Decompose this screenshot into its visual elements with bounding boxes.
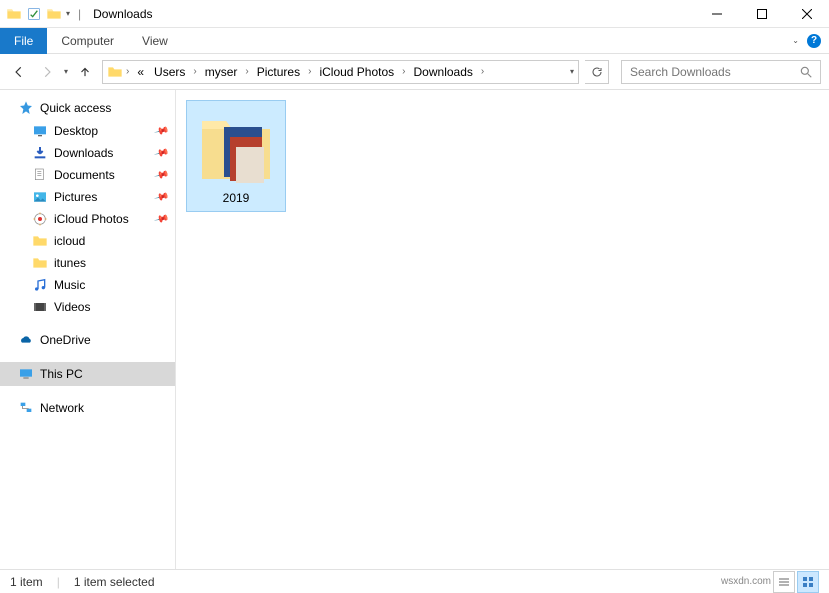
this-pc-icon bbox=[18, 366, 34, 382]
breadcrumb-segment[interactable]: Users bbox=[149, 61, 190, 83]
qat-folder-icon[interactable] bbox=[46, 6, 62, 22]
breadcrumb-segment[interactable]: iCloud Photos bbox=[314, 61, 399, 83]
quick-access-toolbar: ▾ | bbox=[0, 6, 91, 22]
forward-button[interactable] bbox=[36, 61, 58, 83]
sidebar-item-videos[interactable]: Videos bbox=[0, 296, 175, 318]
sidebar-item-label: OneDrive bbox=[40, 333, 91, 347]
sidebar-item-label: Quick access bbox=[40, 101, 111, 115]
up-button[interactable] bbox=[74, 61, 96, 83]
breadcrumb-segment[interactable]: myser bbox=[200, 61, 243, 83]
maximize-button[interactable] bbox=[739, 0, 784, 28]
sidebar-network[interactable]: Network bbox=[0, 396, 175, 420]
view-tab[interactable]: View bbox=[128, 28, 182, 54]
sidebar-item-label: Desktop bbox=[54, 124, 98, 138]
body: Quick access Desktop 📌 Downloads 📌 Docum… bbox=[0, 90, 829, 569]
sidebar-item-label: Pictures bbox=[54, 190, 97, 204]
sidebar-item-documents[interactable]: Documents 📌 bbox=[0, 164, 175, 186]
folder-label: 2019 bbox=[223, 191, 250, 205]
file-tab[interactable]: File bbox=[0, 28, 47, 54]
titlebar-divider: | bbox=[74, 7, 85, 21]
downloads-icon bbox=[32, 145, 48, 161]
address-folder-icon bbox=[107, 64, 123, 80]
sidebar-this-pc[interactable]: This PC bbox=[0, 362, 175, 386]
sidebar-item-label: icloud bbox=[54, 234, 85, 248]
breadcrumb-segment[interactable]: Downloads bbox=[409, 61, 478, 83]
ribbon-expand-icon[interactable]: ⌄ bbox=[792, 36, 799, 45]
pin-icon: 📌 bbox=[153, 123, 169, 139]
cloud-photos-icon bbox=[32, 211, 48, 227]
search-input[interactable] bbox=[628, 64, 798, 80]
sidebar-item-label: Music bbox=[54, 278, 85, 292]
navigation-pane: Quick access Desktop 📌 Downloads 📌 Docum… bbox=[0, 90, 176, 569]
onedrive-icon bbox=[18, 332, 34, 348]
videos-icon bbox=[32, 299, 48, 315]
pin-icon: 📌 bbox=[153, 145, 169, 161]
pin-icon: 📌 bbox=[153, 211, 169, 227]
qat-properties-icon[interactable] bbox=[26, 6, 42, 22]
sidebar-item-label: This PC bbox=[40, 367, 83, 381]
breadcrumb-prefix: « bbox=[132, 61, 149, 83]
status-divider: | bbox=[57, 575, 60, 589]
music-icon bbox=[32, 277, 48, 293]
folder-thumbnail bbox=[196, 107, 276, 187]
navigation-bar: ▾ › « Users › myser › Pictures › iCloud … bbox=[0, 54, 829, 90]
ribbon: File Computer View ⌄ ? bbox=[0, 28, 829, 54]
sidebar-quick-access[interactable]: Quick access bbox=[0, 96, 175, 120]
address-bar[interactable]: › « Users › myser › Pictures › iCloud Ph… bbox=[102, 60, 579, 84]
sidebar-item-music[interactable]: Music bbox=[0, 274, 175, 296]
sidebar-item-label: Documents bbox=[54, 168, 115, 182]
minimize-button[interactable] bbox=[694, 0, 739, 28]
sidebar-item-label: iCloud Photos bbox=[54, 212, 129, 226]
folder-tile-2019[interactable]: 2019 bbox=[186, 100, 286, 212]
help-icon[interactable]: ? bbox=[807, 34, 821, 48]
sidebar-item-itunes[interactable]: itunes bbox=[0, 252, 175, 274]
chevron-right-icon[interactable]: › bbox=[123, 66, 132, 77]
details-view-button[interactable] bbox=[773, 571, 795, 593]
sidebar-onedrive[interactable]: OneDrive bbox=[0, 328, 175, 352]
pictures-icon bbox=[32, 189, 48, 205]
network-icon bbox=[18, 400, 34, 416]
search-box[interactable] bbox=[621, 60, 821, 84]
back-button[interactable] bbox=[8, 61, 30, 83]
qat-dropdown-icon[interactable]: ▾ bbox=[66, 9, 70, 18]
folder-icon bbox=[32, 255, 48, 271]
address-dropdown-icon[interactable]: ▾ bbox=[570, 67, 574, 76]
chevron-right-icon[interactable]: › bbox=[190, 66, 199, 77]
window-title: Downloads bbox=[91, 7, 694, 21]
sidebar-item-label: Network bbox=[40, 401, 84, 415]
desktop-icon bbox=[32, 123, 48, 139]
pin-icon: 📌 bbox=[153, 167, 169, 183]
sidebar-item-pictures[interactable]: Pictures 📌 bbox=[0, 186, 175, 208]
star-icon bbox=[18, 100, 34, 116]
sidebar-item-label: Downloads bbox=[54, 146, 113, 160]
sidebar-item-label: Videos bbox=[54, 300, 90, 314]
content-pane[interactable]: 2019 bbox=[176, 90, 829, 569]
refresh-button[interactable] bbox=[585, 60, 609, 84]
sidebar-item-downloads[interactable]: Downloads 📌 bbox=[0, 142, 175, 164]
watermark: wsxdn.com bbox=[721, 576, 771, 587]
chevron-right-icon[interactable]: › bbox=[305, 66, 314, 77]
pin-icon: 📌 bbox=[153, 189, 169, 205]
sidebar-item-desktop[interactable]: Desktop 📌 bbox=[0, 120, 175, 142]
thumbnails-view-button[interactable] bbox=[797, 571, 819, 593]
status-selected-count: 1 item selected bbox=[74, 575, 155, 589]
search-icon[interactable] bbox=[798, 64, 814, 80]
app-folder-icon bbox=[6, 6, 22, 22]
sidebar-item-label: itunes bbox=[54, 256, 86, 270]
folder-icon bbox=[32, 233, 48, 249]
chevron-right-icon[interactable]: › bbox=[242, 66, 251, 77]
computer-tab[interactable]: Computer bbox=[47, 28, 128, 54]
title-bar: ▾ | Downloads bbox=[0, 0, 829, 28]
history-dropdown-icon[interactable]: ▾ bbox=[64, 67, 68, 76]
documents-icon bbox=[32, 167, 48, 183]
chevron-right-icon[interactable]: › bbox=[478, 66, 487, 77]
status-item-count: 1 item bbox=[10, 575, 43, 589]
close-button[interactable] bbox=[784, 0, 829, 28]
sidebar-item-icloud[interactable]: icloud bbox=[0, 230, 175, 252]
breadcrumb-segment[interactable]: Pictures bbox=[252, 61, 305, 83]
chevron-right-icon[interactable]: › bbox=[399, 66, 408, 77]
status-bar: 1 item | 1 item selected wsxdn.com bbox=[0, 569, 829, 593]
sidebar-item-icloud-photos[interactable]: iCloud Photos 📌 bbox=[0, 208, 175, 230]
window-controls bbox=[694, 0, 829, 28]
